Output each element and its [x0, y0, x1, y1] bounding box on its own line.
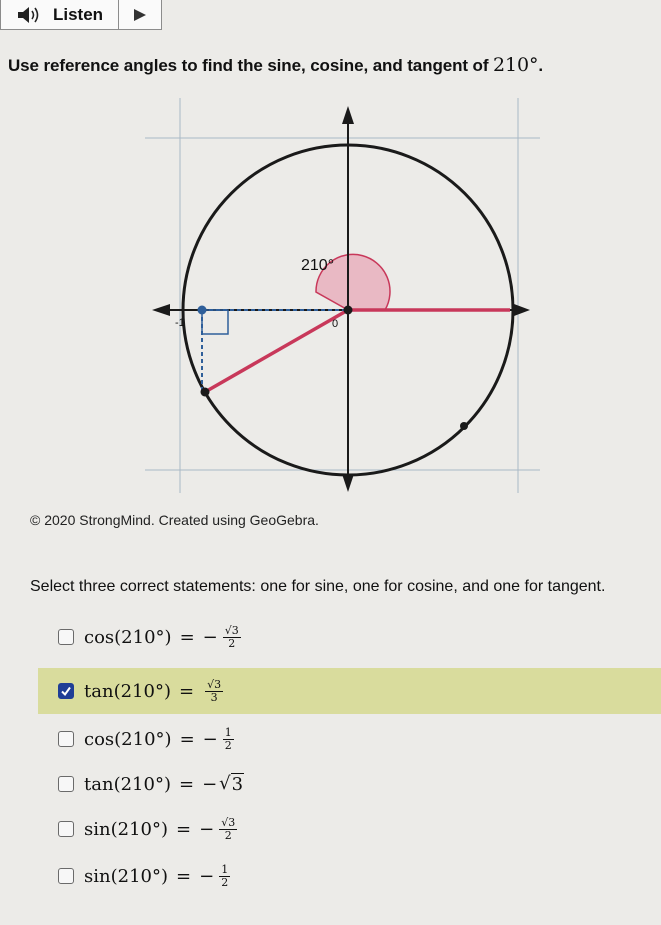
y-axis-bottom-arrow — [342, 474, 354, 492]
function-name: sin — [84, 818, 111, 840]
checkbox[interactable] — [58, 821, 74, 837]
option-sin-neg-sqrt3-over-2[interactable]: sin (210°) = − √3 2 — [38, 806, 661, 852]
sign: − — [202, 773, 218, 795]
function-argument: (210°) — [110, 818, 168, 840]
play-icon — [134, 8, 146, 21]
checkbox[interactable] — [58, 868, 74, 884]
sign: − — [202, 728, 218, 750]
origin-label: 0 — [332, 318, 338, 330]
function-argument: (210°) — [114, 728, 172, 750]
fraction: 12 — [219, 862, 231, 889]
x-intercept-point — [197, 305, 207, 315]
question-angle: 210° — [493, 54, 539, 76]
numerator: √3 — [222, 623, 241, 638]
x-axis-left-arrow — [152, 304, 170, 316]
option-cos-neg-sqrt3-over-2[interactable]: cos (210°) = − √3 2 — [38, 614, 661, 660]
origin-point — [343, 305, 353, 315]
play-button[interactable] — [119, 0, 161, 29]
function-name: tan — [84, 680, 114, 702]
function-name: cos — [84, 626, 115, 648]
denominator: 2 — [228, 636, 236, 650]
fraction: √3 2 — [222, 623, 241, 650]
equals-sign: = — [178, 773, 195, 795]
unit-circle-figure: 210° -1 0 — [145, 98, 540, 493]
equals-sign: = — [178, 680, 195, 702]
question-prefix: Use reference angles to find the sine, c… — [8, 56, 494, 75]
x-axis-right-arrow — [514, 304, 530, 316]
numerator: √3 — [219, 815, 238, 830]
function-argument: (210°) — [114, 626, 172, 648]
denominator: 3 — [210, 690, 218, 704]
option-sin-neg-1-over-2[interactable]: sin (210°) = − 12 — [38, 853, 661, 899]
listen-label: Listen — [53, 4, 104, 24]
fraction: √3 3 — [205, 677, 224, 704]
checkbox-checked[interactable] — [58, 683, 74, 699]
function-argument: (210°) — [110, 865, 168, 887]
question-suffix: . — [538, 56, 544, 75]
option-expression: sin (210°) = − √3 2 — [84, 815, 238, 842]
figure-credit: © 2020 StrongMind. Created using GeoGebr… — [30, 512, 319, 528]
y-axis-top-arrow — [342, 106, 354, 124]
square-root: √ 3 — [219, 773, 245, 795]
option-expression: tan (210°) = − √ 3 — [84, 773, 245, 795]
fraction: 12 — [222, 725, 234, 752]
equals-sign: = — [179, 626, 195, 648]
function-name: cos — [84, 728, 115, 750]
sign: − — [199, 865, 215, 887]
denominator: 2 — [224, 828, 232, 842]
option-expression: cos (210°) = − 12 — [84, 727, 234, 751]
radical-sign: √ — [219, 773, 231, 794]
option-cos-neg-1-over-2[interactable]: cos (210°) = − 12 — [38, 716, 661, 762]
angle-label: 210° — [301, 257, 334, 274]
option-expression: sin (210°) = − 12 — [84, 862, 231, 889]
instruction-text: Select three correct statements: one for… — [30, 578, 606, 595]
checkbox[interactable] — [58, 731, 74, 747]
equals-sign: = — [176, 865, 192, 887]
question-text: Use reference angles to find the sine, c… — [8, 54, 543, 76]
listen-button[interactable]: Listen — [1, 0, 119, 29]
sign: − — [202, 626, 218, 648]
terminal-point — [200, 387, 210, 397]
checkbox[interactable] — [58, 629, 74, 645]
denominator: 2 — [221, 875, 229, 889]
function-argument: (210°) — [113, 773, 171, 795]
checkbox[interactable] — [58, 776, 74, 792]
listen-toolbar: Listen — [0, 0, 162, 30]
numerator: √3 — [205, 677, 224, 692]
function-argument: (210°) — [113, 680, 171, 702]
x-tick-label: -1 — [175, 317, 185, 329]
sign: − — [199, 818, 215, 840]
option-expression: tan (210°) = √3 3 — [84, 677, 224, 704]
terminal-ray — [204, 308, 349, 394]
option-tan-sqrt3-over-3[interactable]: tan (210°) = √3 3 — [38, 668, 661, 714]
right-angle-marker — [201, 309, 229, 335]
checkmark-icon — [61, 686, 71, 697]
numerator: 1 — [219, 862, 231, 877]
speaker-icon — [18, 6, 39, 23]
circle-point — [460, 422, 468, 430]
equals-sign: = — [176, 818, 192, 840]
option-tan-neg-sqrt3[interactable]: tan (210°) = − √ 3 — [38, 761, 661, 807]
numerator: 1 — [222, 725, 234, 740]
function-name: tan — [84, 773, 114, 795]
denominator: 2 — [224, 738, 232, 752]
fraction: √3 2 — [219, 815, 238, 842]
equals-sign: = — [179, 728, 195, 750]
option-expression: cos (210°) = − √3 2 — [84, 625, 241, 649]
function-name: sin — [84, 865, 111, 887]
radicand: 3 — [230, 773, 245, 795]
